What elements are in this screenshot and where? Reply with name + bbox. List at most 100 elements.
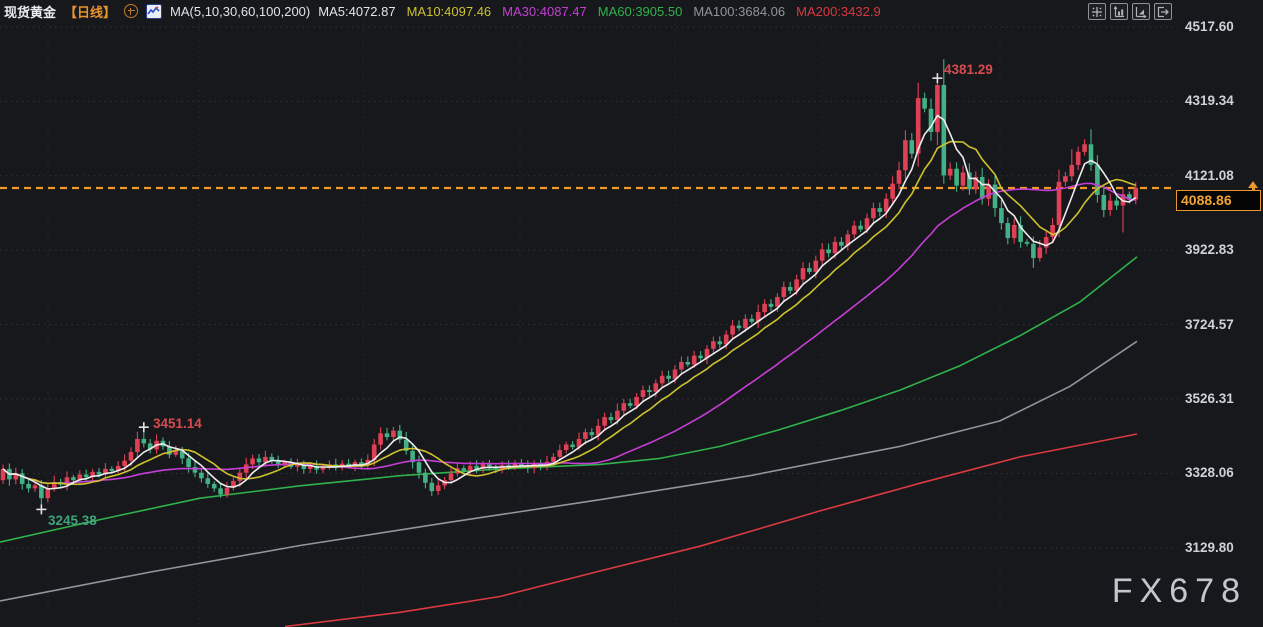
candle — [122, 461, 127, 466]
candle — [743, 319, 748, 328]
candle — [878, 208, 883, 212]
candle — [788, 287, 793, 291]
candle — [257, 458, 262, 462]
candle — [698, 356, 703, 359]
candle — [551, 457, 556, 462]
candle — [84, 475, 89, 478]
candle — [737, 326, 742, 329]
candle — [935, 85, 940, 132]
candle — [238, 473, 243, 481]
candle — [615, 411, 620, 420]
legend-ma-item: MA30:4087.47 — [502, 4, 587, 19]
candle — [647, 390, 652, 392]
candle — [583, 432, 588, 439]
legend-ma-item: MA5:4072.87 — [318, 4, 395, 19]
candle — [762, 304, 767, 312]
candle — [33, 485, 38, 488]
watermark: FX678 — [1112, 572, 1247, 611]
exit-icon[interactable] — [1154, 3, 1172, 20]
candle — [212, 484, 217, 489]
candle — [225, 488, 230, 495]
candle — [922, 98, 927, 109]
y-axis-label: 4319.34 — [1185, 93, 1260, 109]
candle — [999, 208, 1004, 223]
candle — [263, 457, 268, 462]
candle — [679, 362, 684, 370]
chart-window: 3245.383451.144381.29 现货黄金 【日线】 MA(5,10,… — [0, 0, 1263, 627]
candle — [97, 472, 102, 475]
candle — [602, 417, 607, 426]
candle — [692, 356, 697, 365]
candle — [71, 477, 76, 480]
candle — [391, 431, 396, 437]
chart-plot-area[interactable]: 3245.383451.144381.29 — [0, 0, 1263, 627]
time-scale-icon[interactable] — [1132, 3, 1150, 20]
candle — [730, 326, 735, 335]
candle — [129, 452, 134, 461]
candle — [718, 341, 723, 344]
symbol-title: 现货黄金 — [4, 2, 56, 21]
candle — [385, 433, 390, 437]
y-axis-label: 3129.80 — [1185, 540, 1260, 556]
candle — [750, 319, 755, 322]
candle — [820, 249, 825, 260]
candle — [1025, 242, 1030, 244]
candle — [1006, 223, 1011, 238]
candle — [942, 85, 947, 175]
legend-ma-item: MA10:4097.46 — [407, 4, 492, 19]
candle — [801, 268, 806, 279]
candle — [961, 173, 966, 186]
candle — [807, 268, 812, 272]
crosshair-icon[interactable] — [1088, 3, 1106, 20]
price-up-arrow-icon — [1248, 181, 1258, 188]
legend-ma-item: MA60:3905.50 — [598, 4, 683, 19]
candle — [430, 483, 435, 491]
candle — [839, 242, 844, 246]
candle — [852, 226, 857, 235]
candle — [897, 170, 902, 184]
candle — [1063, 176, 1068, 182]
candle — [609, 417, 614, 420]
candle — [948, 169, 953, 176]
candle — [378, 433, 383, 444]
candle — [1012, 225, 1017, 238]
ma-line-ma30 — [3, 183, 1136, 483]
y-axis-label: 3526.31 — [1185, 391, 1260, 407]
price-annotation: 3245.38 — [48, 513, 97, 528]
timeframe-label: 【日线】 — [64, 2, 116, 21]
add-indicator-icon[interactable] — [124, 4, 138, 18]
candle — [1076, 152, 1081, 165]
chart-style-icon[interactable] — [146, 4, 162, 19]
candle — [110, 469, 115, 471]
candle — [449, 473, 454, 480]
candle — [890, 184, 895, 199]
candle — [980, 177, 985, 199]
candle — [775, 297, 780, 307]
y-axis-label: 3724.57 — [1185, 317, 1260, 333]
candle — [417, 462, 422, 473]
candle — [993, 185, 998, 209]
candle — [142, 439, 147, 444]
candle — [903, 140, 908, 170]
candle — [660, 376, 665, 384]
candle — [711, 341, 716, 349]
candle — [1038, 248, 1043, 259]
candle — [910, 140, 915, 154]
candle — [186, 458, 191, 467]
candle — [1102, 195, 1107, 210]
candle — [686, 362, 691, 365]
candle — [1108, 201, 1113, 210]
candle — [558, 450, 563, 457]
ma-legend: MA5:4072.87 MA10:4097.46 MA30:4087.47 MA60:… — [318, 4, 880, 19]
candle — [954, 169, 959, 186]
candle — [218, 488, 223, 494]
candle — [654, 383, 659, 392]
price-scale-icon[interactable] — [1110, 3, 1128, 20]
y-axis-label: 3328.06 — [1185, 465, 1260, 481]
chart-header: 现货黄金 【日线】 MA(5,10,30,60,100,200) MA5:407… — [0, 0, 1263, 22]
candle — [250, 458, 255, 464]
candle — [858, 226, 863, 230]
candle — [622, 403, 627, 411]
candle — [135, 439, 140, 452]
chart-toolbar — [1088, 3, 1172, 20]
